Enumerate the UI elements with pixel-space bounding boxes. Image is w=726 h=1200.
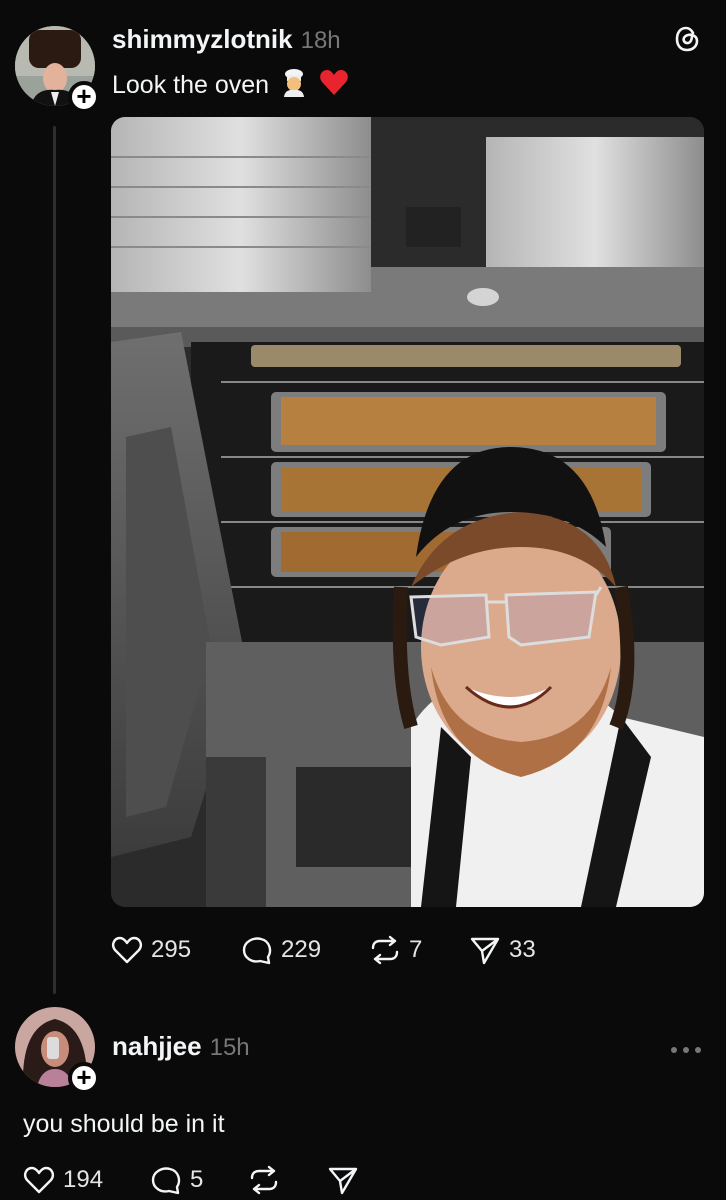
repost-icon <box>369 935 401 965</box>
reply-follow-plus-button[interactable]: + <box>68 1062 100 1094</box>
follow-plus-button[interactable]: + <box>68 81 100 113</box>
send-icon <box>327 1165 359 1195</box>
like-count: 295 <box>151 936 192 963</box>
share-count: 33 <box>509 936 536 963</box>
post-header: shimmyzlotnik 18h <box>112 24 341 55</box>
post-photo[interactable] <box>111 117 704 907</box>
reply-text: you should be in it <box>23 1110 225 1138</box>
post-time: 18h <box>300 27 341 54</box>
cook-emoji-icon <box>279 67 309 104</box>
thread-line <box>53 126 56 994</box>
heart-icon <box>111 935 143 965</box>
repost-icon <box>248 1165 280 1195</box>
reply-button[interactable]: 229 <box>241 935 321 965</box>
reply-reply-button[interactable]: 5 <box>150 1165 203 1195</box>
author-username[interactable]: shimmyzlotnik <box>112 24 293 54</box>
repost-count: 7 <box>409 936 423 963</box>
send-icon <box>469 935 501 965</box>
like-button[interactable]: 295 <box>111 935 191 965</box>
repost-button[interactable]: 7 <box>369 935 422 965</box>
more-dots-icon[interactable] <box>670 1030 702 1062</box>
post-text: Look the oven <box>112 71 270 99</box>
heart-icon <box>23 1165 55 1195</box>
speech-bubble-icon <box>241 935 273 965</box>
reply-reply-count: 5 <box>190 1166 204 1193</box>
reply-count: 229 <box>281 936 322 963</box>
reply-repost-button[interactable] <box>248 1165 280 1195</box>
reply-share-button[interactable] <box>327 1165 359 1195</box>
reply-header: nahjjee 15h <box>112 1031 250 1062</box>
reply-username[interactable]: nahjjee <box>112 1031 202 1061</box>
reply-time: 15h <box>209 1034 250 1061</box>
post-text-row: Look the oven <box>112 67 349 104</box>
reply-like-button[interactable]: 194 <box>23 1165 103 1195</box>
reply-like-count: 194 <box>63 1166 104 1193</box>
speech-bubble-icon <box>150 1165 182 1195</box>
red-heart-icon <box>319 68 349 103</box>
share-button[interactable]: 33 <box>469 935 536 965</box>
threads-logo-icon[interactable] <box>672 24 702 59</box>
